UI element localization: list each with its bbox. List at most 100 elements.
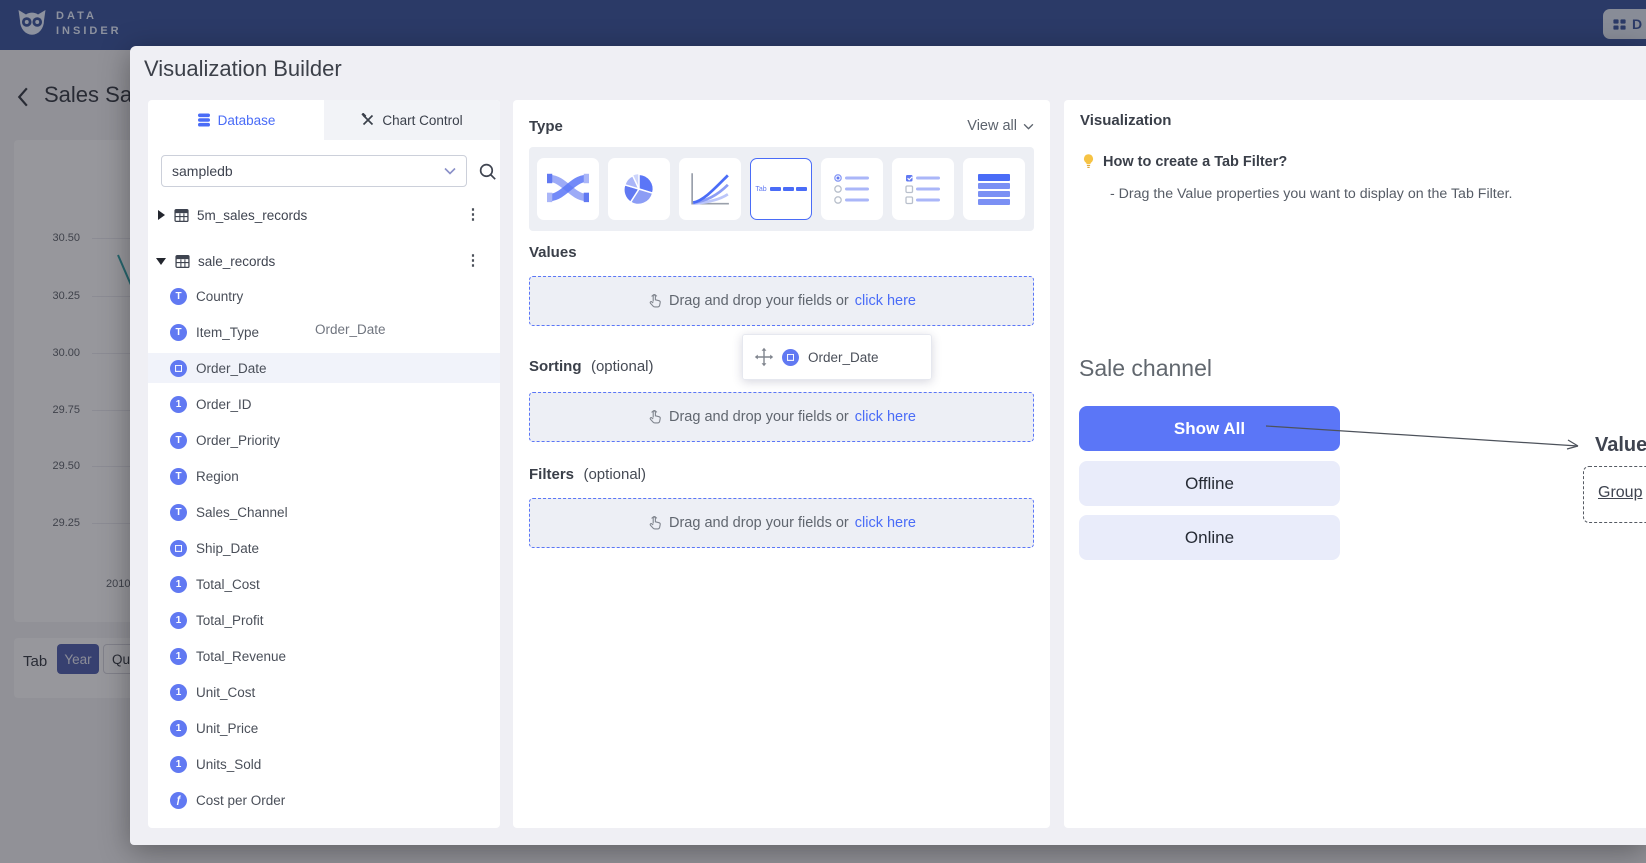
table-name: 5m_sales_records (197, 208, 307, 223)
table-icon (174, 208, 189, 223)
chart-type-tab-filter[interactable]: Tab (750, 158, 812, 220)
field-type-icon: ◻ (170, 540, 187, 557)
field-label: Units_Sold (196, 757, 261, 772)
chart-type-single-choice[interactable] (821, 158, 883, 220)
field-label: Sales_Channel (196, 505, 288, 520)
filters-label: Filters (529, 466, 574, 483)
bulb-icon (1080, 153, 1097, 170)
field-label: Order_Priority (196, 433, 280, 448)
brand-text: DATA INSIDER (56, 9, 122, 39)
group-label: Group (1598, 484, 1642, 502)
drag-chip[interactable]: ◻ Order_Date (742, 334, 932, 380)
view-all-button[interactable]: View all (967, 118, 1034, 134)
field-row[interactable]: T Country (148, 281, 500, 311)
table-row-5m-sales-records[interactable]: 5m_sales_records ⋮ (148, 200, 500, 230)
drag-hand-icon (647, 409, 663, 425)
field-label: Item_Type (196, 325, 259, 340)
tab-filter-icon-text: Tab (755, 186, 766, 193)
dropzone-click-here-link[interactable]: click here (855, 409, 916, 425)
sankey-icon (547, 172, 589, 206)
field-row[interactable]: 1 Total_Revenue (148, 641, 500, 671)
field-type-icon: T (170, 504, 187, 521)
field-row[interactable]: T Region (148, 461, 500, 491)
field-type-icon: ◻ (170, 360, 187, 377)
radio-list-icon (833, 172, 871, 206)
field-label: Unit_Cost (196, 685, 255, 700)
database-select[interactable]: sampledb (161, 155, 467, 187)
field-type-icon: T (170, 324, 187, 341)
database-select-value: sampledb (172, 163, 444, 179)
field-label: Cost per Order (196, 793, 285, 808)
select-chevron-icon (444, 167, 456, 175)
chart-type-line[interactable] (679, 158, 741, 220)
dropzone-hint: Drag and drop your fields or (669, 515, 849, 531)
chart-type-pie[interactable] (608, 158, 670, 220)
field-type-icon: T (170, 432, 187, 449)
chart-type-sankey[interactable] (537, 158, 599, 220)
tip-heading: How to create a Tab Filter? (1103, 154, 1287, 170)
field-row[interactable]: 1 Unit_Price (148, 713, 500, 743)
chart-type-table[interactable] (963, 158, 1025, 220)
chart-type-multi-choice[interactable] (892, 158, 954, 220)
group-dropzone[interactable]: Group (1583, 466, 1646, 523)
move-icon (754, 347, 774, 367)
field-type-icon: 1 (170, 576, 187, 593)
drag-hand-icon (647, 515, 663, 531)
field-row[interactable]: 1 Total_Cost (148, 569, 500, 599)
option-offline-button[interactable]: Offline (1079, 461, 1340, 506)
field-label: Total_Cost (196, 577, 260, 592)
field-row[interactable]: 1 Order_ID (148, 389, 500, 419)
visualization-title: Visualization (1080, 112, 1171, 129)
dashboard-nav-button[interactable]: D (1603, 9, 1646, 39)
field-row[interactable]: ◻ Ship_Date (148, 533, 500, 563)
expand-caret-icon[interactable] (156, 258, 166, 265)
field-label: Total_Revenue (196, 649, 286, 664)
flow-arrow-icon (1262, 418, 1592, 452)
field-label: Total_Profit (196, 613, 264, 628)
dropzone-click-here-link[interactable]: click here (855, 293, 916, 309)
field-type-icon: T (170, 468, 187, 485)
search-icon[interactable] (478, 162, 497, 181)
value-section-label: Value (1595, 434, 1646, 457)
top-navbar: DATA INSIDER D (0, 0, 1646, 50)
field-type-icon: T (170, 288, 187, 305)
tab-chart-control[interactable]: Chart Control (324, 100, 500, 140)
line-chart-icon (689, 171, 731, 207)
field-row[interactable]: ƒ Cost per Order (148, 785, 500, 815)
field-type-icon: 1 (170, 756, 187, 773)
dashboard-icon (1612, 17, 1627, 32)
field-row[interactable]: 1 Unit_Cost (148, 677, 500, 707)
filters-dropzone[interactable]: Drag and drop your fields or click here (529, 498, 1034, 548)
dropzone-click-here-link[interactable]: click here (855, 515, 916, 531)
checkbox-list-icon (904, 172, 942, 206)
values-dropzone[interactable]: Drag and drop your fields or click here (529, 276, 1034, 326)
pie-icon (620, 170, 658, 208)
kebab-icon[interactable]: ⋮ (464, 204, 482, 226)
table-row-sale-records[interactable]: sale_records ⋮ (148, 246, 500, 276)
dropzone-hint: Drag and drop your fields or (669, 409, 849, 425)
kebab-icon[interactable]: ⋮ (464, 250, 482, 272)
field-type-icon: ◻ (782, 349, 799, 366)
field-row-selected[interactable]: ◻ Order_Date (148, 353, 500, 383)
field-type-icon: ƒ (170, 792, 187, 809)
modal-title: Visualization Builder (144, 56, 342, 82)
drag-ghost-label: Order_Date (315, 322, 386, 337)
field-label: Order_ID (196, 397, 252, 412)
field-label: Order_Date (196, 361, 267, 376)
field-row[interactable]: T Order_Priority (148, 425, 500, 455)
sorting-section-label: Sorting (optional) (529, 358, 654, 376)
drag-chip-label: Order_Date (808, 350, 879, 365)
tab-database-label: Database (218, 113, 276, 128)
sorting-dropzone[interactable]: Drag and drop your fields or click here (529, 392, 1034, 442)
type-section-label: Type (529, 118, 563, 135)
tab-filter-icon-dashes (770, 187, 807, 192)
field-row[interactable]: 1 Total_Profit (148, 605, 500, 635)
dropzone-hint: Drag and drop your fields or (669, 293, 849, 309)
field-row[interactable]: 1 Units_Sold (148, 749, 500, 779)
field-row[interactable]: T Sales_Channel (148, 497, 500, 527)
collapse-caret-icon[interactable] (158, 210, 165, 220)
option-online-button[interactable]: Online (1079, 515, 1340, 560)
database-panel: Database Chart Control sampledb (148, 100, 500, 828)
view-all-chevron-icon (1023, 123, 1034, 130)
tab-database[interactable]: Database (148, 100, 324, 140)
